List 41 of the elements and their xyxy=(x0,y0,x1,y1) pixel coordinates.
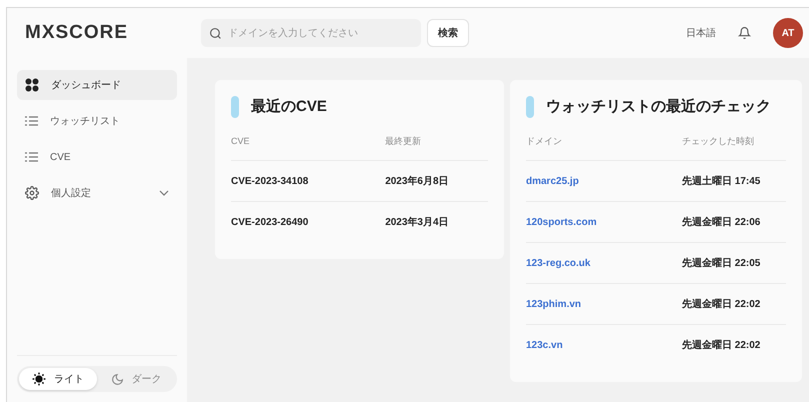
table-cell-text: 2023年6月8日 xyxy=(385,174,450,188)
search-icon xyxy=(209,26,222,40)
avatar[interactable]: AT xyxy=(773,18,803,48)
grid-icon xyxy=(25,78,39,92)
sidebar-item[interactable]: CVE xyxy=(17,142,177,172)
column-header: 最終更新 xyxy=(385,134,422,148)
search-field[interactable]: ドメインを入力してください xyxy=(201,19,421,47)
settings-icon xyxy=(25,186,39,200)
search-button[interactable]: 検索 xyxy=(427,19,469,47)
column-header: チェックした時刻 xyxy=(682,134,755,148)
card-title: ウォッチリストの最近のチェック xyxy=(546,97,771,117)
list-icon xyxy=(25,116,38,126)
accent-bar-icon xyxy=(526,96,534,118)
logo: MXSCORE xyxy=(25,20,128,45)
chevron-icon xyxy=(159,190,169,196)
sidebar-item[interactable]: ウォッチリスト xyxy=(17,106,177,136)
column-header: CVE xyxy=(231,134,251,148)
table-cell-text: 先週金曜日 22:06 xyxy=(682,216,762,230)
list-icon xyxy=(25,152,38,162)
card-title: 最近のCVE xyxy=(251,97,327,117)
language-link[interactable]: 日本語 xyxy=(686,26,716,40)
table-cell-text: 先週土曜日 17:45 xyxy=(682,174,762,188)
moon-icon xyxy=(110,372,124,386)
sidebar-item[interactable]: 個人設定 xyxy=(17,178,177,208)
table-cell-text: CVE-2023-26490 xyxy=(231,216,310,230)
table-cell-text: 先週金曜日 22:02 xyxy=(682,298,762,312)
accent-bar-icon xyxy=(231,96,239,118)
domain-link[interactable]: 123phim.vn xyxy=(526,296,682,312)
domain-link[interactable]: 123-reg.co.uk xyxy=(526,256,682,270)
domain-link[interactable]: 120sports.com xyxy=(526,214,682,230)
table-cell-text: CVE-2023-34108 xyxy=(231,174,310,188)
table-cell-text: 2023年3月4日 xyxy=(385,216,450,230)
table-cell-text: 先週金曜日 22:02 xyxy=(682,338,762,353)
column-header: ドメイン xyxy=(526,134,563,148)
table-cell-text: 先週金曜日 22:05 xyxy=(682,256,762,270)
sun-icon xyxy=(32,372,46,386)
theme-button[interactable]: ライト xyxy=(19,368,97,390)
domain-link[interactable]: dmarc25.jp xyxy=(526,174,682,188)
domain-link[interactable]: 123c.vn xyxy=(526,338,682,353)
bell-icon[interactable] xyxy=(738,26,751,40)
sidebar-item[interactable]: ダッシュボード xyxy=(17,70,177,100)
